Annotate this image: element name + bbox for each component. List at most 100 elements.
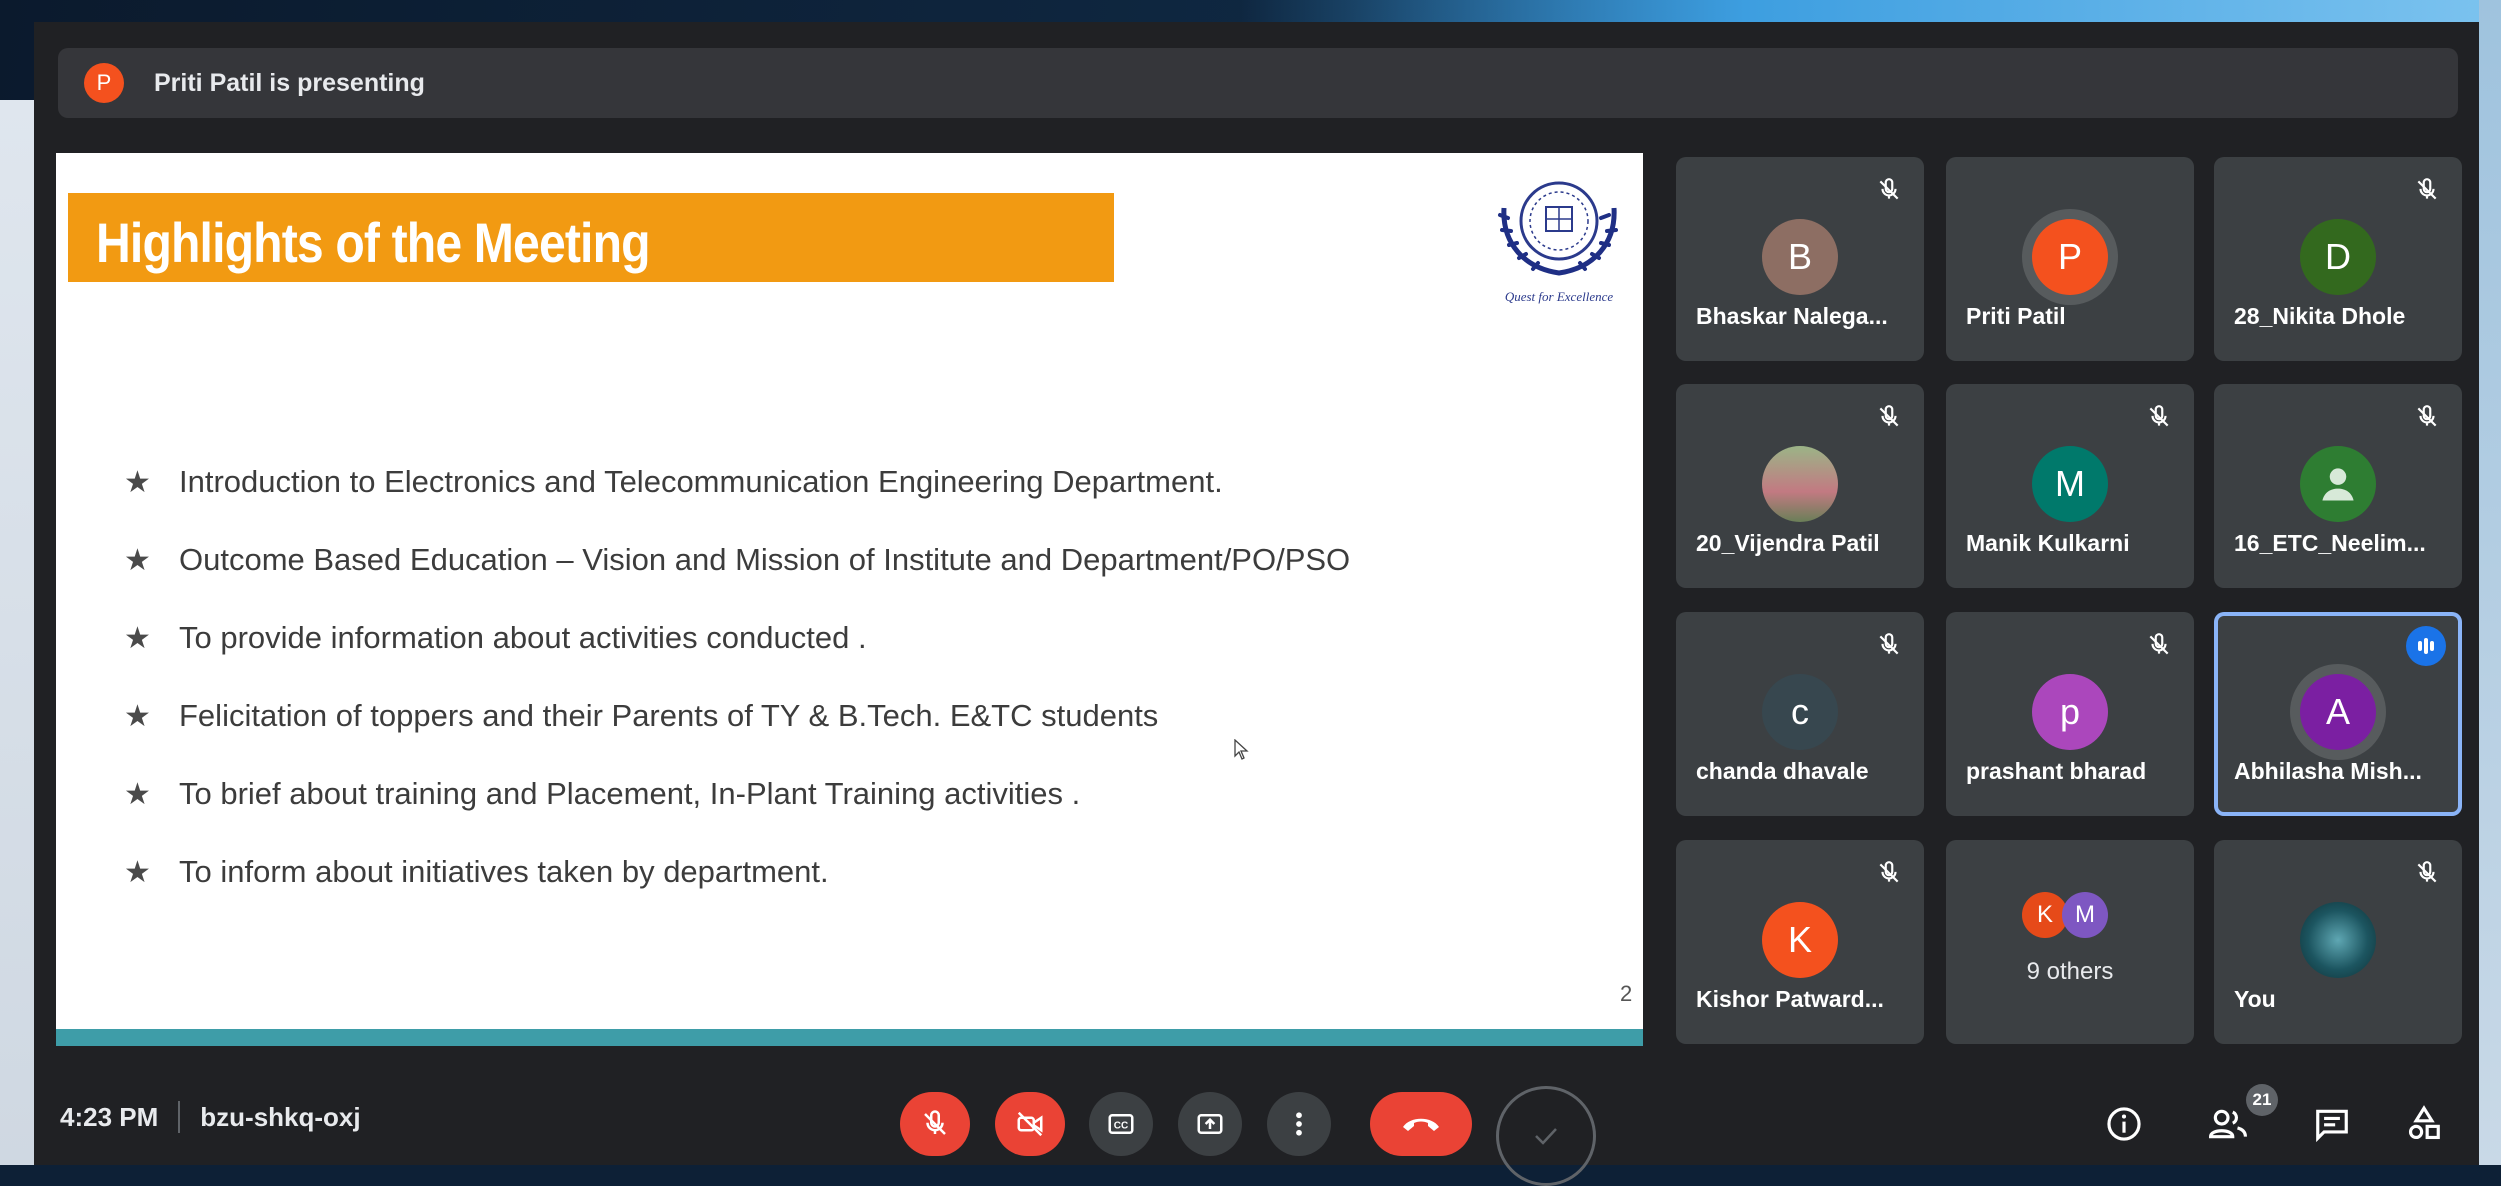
bullet-text: To inform about initiatives taken by dep… [179, 854, 829, 889]
avatar: M [2032, 446, 2108, 522]
participant-name: Bhaskar Nalega... [1696, 303, 1888, 329]
avatar: P [2032, 219, 2108, 295]
more-options-button[interactable] [1267, 1092, 1331, 1156]
presenting-text: Priti Patil is presenting [154, 68, 425, 97]
participant-name: chanda dhavale [1696, 758, 1869, 784]
present-now-button[interactable] [1178, 1092, 1242, 1156]
meeting-code[interactable]: bzu-shkq-oxj [200, 1102, 360, 1133]
default-user-icon [2300, 446, 2376, 522]
avatar: A [2300, 674, 2376, 750]
svg-text:CC: CC [1114, 1120, 1128, 1131]
slide-title-banner: Highlights of the Meeting [68, 193, 1114, 282]
participant-name: Priti Patil [1966, 303, 2066, 329]
logo-caption: Quest for Excellence [1505, 289, 1614, 304]
avatar: p [2032, 674, 2108, 750]
participants-button[interactable] [2204, 1100, 2252, 1148]
meeting-window: P Priti Patil is presenting Highlights o… [34, 22, 2479, 1186]
star-bullet-icon: ★ [124, 621, 151, 655]
participant-tile[interactable]: B Bhaskar Nalega... [1676, 157, 1924, 361]
captions-icon: CC [1108, 1114, 1134, 1134]
institute-logo-icon: Quest for Excellence [1498, 181, 1618, 304]
star-bullet-icon: ★ [124, 465, 151, 499]
meeting-details-button[interactable] [2100, 1100, 2148, 1148]
participant-tile[interactable]: p prashant bharad [1946, 612, 2194, 816]
slide-title: Highlights of the Meeting [96, 211, 651, 274]
participant-name: You [2234, 986, 2276, 1012]
camera-off-icon [1017, 1111, 1043, 1137]
mic-off-icon [1872, 400, 1906, 434]
avatar: D [2300, 219, 2376, 295]
mouse-pointer-icon [1234, 738, 1250, 768]
others-tile[interactable]: K M 9 others [1946, 840, 2194, 1044]
mic-off-icon [2142, 400, 2176, 434]
slide-bullet: ★ To inform about initiatives taken by de… [124, 833, 1350, 911]
participant-tile-speaking[interactable]: A Abhilasha Mish... [2214, 612, 2462, 816]
slide-bullet: ★ To provide information about activities… [124, 599, 1350, 677]
others-avatars: K M [2022, 892, 2122, 942]
chat-icon [2316, 1109, 2348, 1143]
star-bullet-icon: ★ [124, 777, 151, 811]
leave-call-button[interactable] [1370, 1092, 1472, 1156]
mic-off-icon [1872, 856, 1906, 890]
avatar: c [1762, 674, 1838, 750]
presenter-avatar: P [84, 63, 124, 103]
avatar-photo [2300, 902, 2376, 978]
avatar: M [2062, 892, 2108, 938]
slide-footer-band [56, 1029, 1643, 1046]
participant-name: 28_Nikita Dhole [2234, 303, 2406, 329]
bullet-text: Outcome Based Education – Vision and Mis… [179, 542, 1351, 577]
mic-off-icon [2410, 856, 2444, 890]
info-icon [2107, 1107, 2141, 1141]
mic-off-icon [2410, 173, 2444, 207]
slide-bullet: ★ Felicitation of toppers and their Paren… [124, 677, 1350, 755]
self-tile[interactable]: You [2214, 840, 2462, 1044]
more-vertical-icon [1296, 1112, 1302, 1136]
hang-up-icon [1403, 1118, 1439, 1131]
bullet-text: Introduction to Electronics and Telecomm… [179, 464, 1223, 499]
participant-tile[interactable]: P Priti Patil [1946, 157, 2194, 361]
participant-tile[interactable]: M Manik Kulkarni [1946, 384, 2194, 588]
mic-off-icon [1872, 628, 1906, 662]
star-bullet-icon: ★ [124, 699, 151, 733]
avatar: B [1762, 219, 1838, 295]
presenting-banner: P Priti Patil is presenting [58, 48, 2458, 118]
participant-tile[interactable]: D 28_Nikita Dhole [2214, 157, 2462, 361]
participant-tile[interactable]: 20_Vijendra Patil [1676, 384, 1924, 588]
captions-button[interactable]: CC [1089, 1092, 1153, 1156]
checkmark-icon [1535, 1128, 1557, 1145]
avatar: K [1762, 902, 1838, 978]
clock-time: 4:23 PM [60, 1101, 159, 1132]
slide-bullet-list: ★ Introduction to Electronics and Telecom… [124, 443, 1350, 911]
participant-name: Manik Kulkarni [1966, 530, 2130, 556]
slide-bullet: ★ To brief about training and Placement, … [124, 755, 1350, 833]
bottom-control-bar: 4:23 PM bzu-shkq-oxj CC 21 [34, 1084, 2479, 1186]
meeting-info: 4:23 PM bzu-shkq-oxj [60, 1092, 361, 1142]
bullet-text: To provide information about activities … [179, 620, 867, 655]
chat-button[interactable] [2308, 1100, 2356, 1148]
mic-off-icon [2142, 628, 2176, 662]
star-bullet-icon: ★ [124, 855, 151, 889]
mic-toggle-button[interactable] [900, 1092, 970, 1156]
participant-name: 20_Vijendra Patil [1696, 530, 1880, 556]
accept-loading-button[interactable] [1496, 1086, 1596, 1186]
camera-toggle-button[interactable] [995, 1092, 1065, 1156]
mic-off-icon [924, 1110, 946, 1135]
presentation-slide: Highlights of the Meeting Quest for Exce… [56, 153, 1643, 1046]
mic-off-icon [1872, 173, 1906, 207]
desktop-left-edge [0, 100, 34, 1165]
participant-tile[interactable]: 16_ETC_Neelim... [2214, 384, 2462, 588]
activities-shapes-icon [2408, 1105, 2440, 1140]
divider [178, 1101, 181, 1133]
present-screen-icon [1197, 1114, 1223, 1134]
participant-name: prashant bharad [1966, 758, 2147, 784]
participant-tile[interactable]: K Kishor Patward... [1676, 840, 1924, 1044]
slide-bullet: ★ Introduction to Electronics and Telecom… [124, 443, 1350, 521]
people-icon [2208, 1109, 2247, 1139]
bullet-text: To brief about training and Placement, I… [179, 776, 1081, 811]
bullet-text: Felicitation of toppers and their Parent… [179, 698, 1159, 733]
participant-tile[interactable]: c chanda dhavale [1676, 612, 1924, 816]
activities-button[interactable] [2400, 1100, 2448, 1148]
speaking-indicator-icon [2406, 626, 2446, 666]
slide-bullet: ★ Outcome Based Education – Vision and Mi… [124, 521, 1350, 599]
participant-name: Abhilasha Mish... [2234, 758, 2422, 784]
